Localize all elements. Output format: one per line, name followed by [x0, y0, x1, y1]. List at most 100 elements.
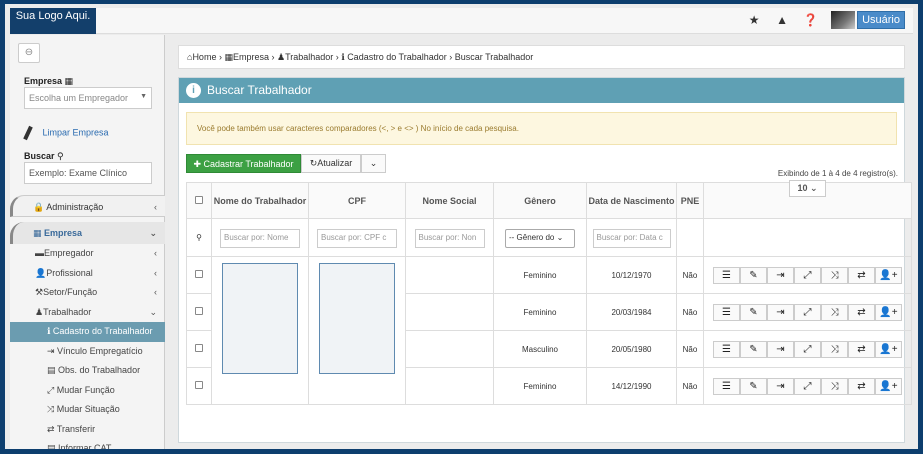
list-icon[interactable]: ☰ — [713, 340, 740, 358]
random-icon[interactable]: ⤨ — [821, 377, 848, 395]
user-plus-icon[interactable]: 👤+ — [875, 303, 902, 321]
sidebar-item-transferir[interactable]: ⇄ Transferir — [10, 420, 165, 440]
filter-nome-input[interactable]: Buscar por: Nome — [220, 229, 300, 248]
user-plus-icon[interactable]: 👤+ — [875, 377, 902, 395]
sidebar: ⊖ Empresa ▦ Escolha um Empregador ▼ Limp… — [10, 35, 165, 449]
exchange-icon[interactable]: ⇄ — [848, 377, 875, 395]
col-pne[interactable]: PNE — [676, 182, 704, 219]
more-options-button[interactable]: ⌄ — [361, 154, 386, 173]
breadcrumb-cadastro[interactable]: Cadastro do Trabalhador — [347, 52, 447, 62]
redacted-nome-block — [222, 263, 298, 374]
expand-icon[interactable]: ⤢ — [794, 303, 821, 321]
table-row[interactable]: Feminino 10/12/1970 Não ☰ ✎ ⇥ ⤢ ⤨ ⇄ 👤+ — [186, 256, 912, 405]
star-icon[interactable]: ★ — [747, 13, 761, 27]
sign-in-icon[interactable]: ⇥ — [767, 377, 794, 395]
chevron-down-icon: ⌄ — [369, 158, 378, 168]
exchange-icon[interactable]: ⇄ — [848, 266, 875, 284]
buscar-input[interactable]: Exemplo: Exame Clínico — [24, 162, 152, 184]
chevron-left-icon: ‹ — [154, 267, 157, 278]
cell-nascimento: 14/12/1990 — [586, 367, 677, 405]
row-select-cell — [186, 330, 212, 368]
sidebar-item-obs[interactable]: ▤ Obs. do Trabalhador — [10, 361, 165, 381]
sidebar-item-cadastro-trabalhador[interactable]: ℹ Cadastro do Trabalhador — [10, 322, 165, 342]
filter-nasc-input[interactable]: Buscar por: Data c — [592, 229, 671, 248]
page-size-select[interactable]: 10 ⌄ — [789, 179, 826, 197]
col-nome-social[interactable]: Nome Social — [405, 182, 494, 219]
row-actions: ☰ ✎ ⇥ ⤢ ⤨ ⇄ 👤+ — [703, 330, 912, 368]
user-button[interactable]: Usuário — [857, 11, 905, 29]
cell-nascimento: 10/12/1970 — [586, 256, 677, 294]
chevron-down-icon: ⌄ — [149, 306, 157, 317]
random-icon[interactable]: ⤨ — [821, 266, 848, 284]
filter-social-input[interactable]: Buscar por: Non — [414, 229, 485, 248]
edit-icon[interactable]: ✎ — [740, 266, 767, 284]
back-circle-icon: ⊖ — [24, 47, 34, 58]
row-select-cell — [186, 293, 212, 331]
expand-icon[interactable]: ⤢ — [794, 377, 821, 395]
list-icon[interactable]: ☰ — [713, 303, 740, 321]
info-icon: i — [186, 83, 201, 98]
sidebar-item-profissional[interactable]: 👤Profissional ‹ — [10, 264, 165, 284]
filter-nome-cell: Buscar por: Nome — [211, 218, 309, 257]
edit-icon[interactable]: ✎ — [740, 303, 767, 321]
sign-in-icon[interactable]: ⇥ — [767, 303, 794, 321]
col-genero[interactable]: Gênero — [493, 182, 587, 219]
top-bar: ★ ▲ ❓ Usuário — [96, 8, 913, 34]
user-plus-icon[interactable]: 👤+ — [875, 266, 902, 284]
expand-icon[interactable]: ⤢ — [794, 340, 821, 358]
row-checkbox[interactable] — [195, 270, 203, 278]
sidebar-item-vinculo[interactable]: ⇥ Vínculo Empregatício — [10, 342, 165, 362]
sidebar-item-informar-cat[interactable]: ▤ Informar CAT — [10, 439, 165, 449]
sidebar-item-trabalhador[interactable]: ♟Trabalhador ⌄ — [10, 303, 165, 323]
row-checkbox[interactable] — [195, 344, 203, 352]
sidebar-item-mudar-situacao[interactable]: ⤨ Mudar Situação — [10, 400, 165, 420]
sidebar-item-administracao[interactable]: 🔒 Administração ‹ — [10, 195, 165, 217]
cell-pne: Não — [676, 293, 704, 331]
list-icon[interactable]: ☰ — [713, 266, 740, 284]
filter-cpf-input[interactable]: Buscar por: CPF c — [317, 229, 397, 248]
cell-nome-social — [405, 256, 494, 294]
sidebar-item-setor[interactable]: ⚒Setor/Função ‹ — [10, 283, 165, 303]
breadcrumb-current: Buscar Trabalhador — [454, 52, 534, 62]
random-icon[interactable]: ⤨ — [821, 303, 848, 321]
panel-header: i Buscar Trabalhador — [179, 78, 904, 103]
exchange-icon[interactable]: ⇄ — [848, 340, 875, 358]
edit-icon[interactable]: ✎ — [740, 340, 767, 358]
sign-in-icon[interactable]: ⇥ — [767, 266, 794, 284]
row-checkbox[interactable] — [195, 381, 203, 389]
expand-icon[interactable]: ⤢ — [794, 266, 821, 284]
empresa-select[interactable]: Escolha um Empregador ▼ — [24, 87, 152, 109]
row-checkbox[interactable] — [195, 307, 203, 315]
breadcrumb-empresa[interactable]: Empresa — [233, 52, 269, 62]
sign-in-icon[interactable]: ⇥ — [767, 340, 794, 358]
limpar-empresa-link[interactable]: Limpar Empresa — [23, 125, 109, 141]
sidebar-item-empresa[interactable]: ▦ Empresa ⌄ — [10, 222, 165, 244]
question-icon[interactable]: ❓ — [803, 13, 818, 27]
exchange-icon[interactable]: ⇄ — [848, 303, 875, 321]
avatar[interactable] — [831, 11, 856, 29]
breadcrumb-home[interactable]: Home — [192, 52, 216, 62]
hint-alert: Você pode também usar caracteres compara… — [186, 112, 897, 145]
random-icon[interactable]: ⤨ — [821, 340, 848, 358]
atualizar-button[interactable]: ↻Atualizar — [301, 154, 361, 173]
search-panel: i Buscar Trabalhador Você pode também us… — [178, 77, 912, 443]
user-plus-icon[interactable]: 👤+ — [875, 340, 902, 358]
workers-table: Nome do Trabalhador CPF Nome Social Gêne… — [186, 179, 912, 405]
cadastrar-trabalhador-button[interactable]: ✚ Cadastrar Trabalhador — [186, 154, 301, 173]
col-nascimento[interactable]: Data de Nascimento — [586, 182, 677, 219]
sidebar-item-mudar-funcao[interactable]: ⤢ Mudar Função — [10, 381, 165, 401]
list-icon[interactable]: ☰ — [713, 377, 740, 395]
select-all-checkbox[interactable] — [195, 195, 203, 204]
breadcrumb-trabalhador[interactable]: Trabalhador — [285, 52, 333, 62]
col-cpf[interactable]: CPF — [308, 182, 406, 219]
filter-genero-select[interactable]: -- Gênero do ⌄ — [505, 229, 575, 248]
table-header-row: Nome do Trabalhador CPF Nome Social Gêne… — [186, 179, 912, 219]
edit-icon[interactable]: ✎ — [740, 377, 767, 395]
filter-social-cell: Buscar por: Non — [405, 218, 494, 257]
warning-icon[interactable]: ▲ — [775, 13, 789, 27]
cpf-column-block — [308, 256, 406, 405]
col-nome[interactable]: Nome do Trabalhador — [211, 182, 309, 219]
main-content: ⌂Home › ▦Empresa › ♟Trabalhador › ℹ Cada… — [170, 35, 913, 449]
collapse-sidebar-button[interactable]: ⊖ — [18, 43, 40, 63]
sidebar-item-empregador[interactable]: ▬Empregador ‹ — [10, 244, 165, 264]
